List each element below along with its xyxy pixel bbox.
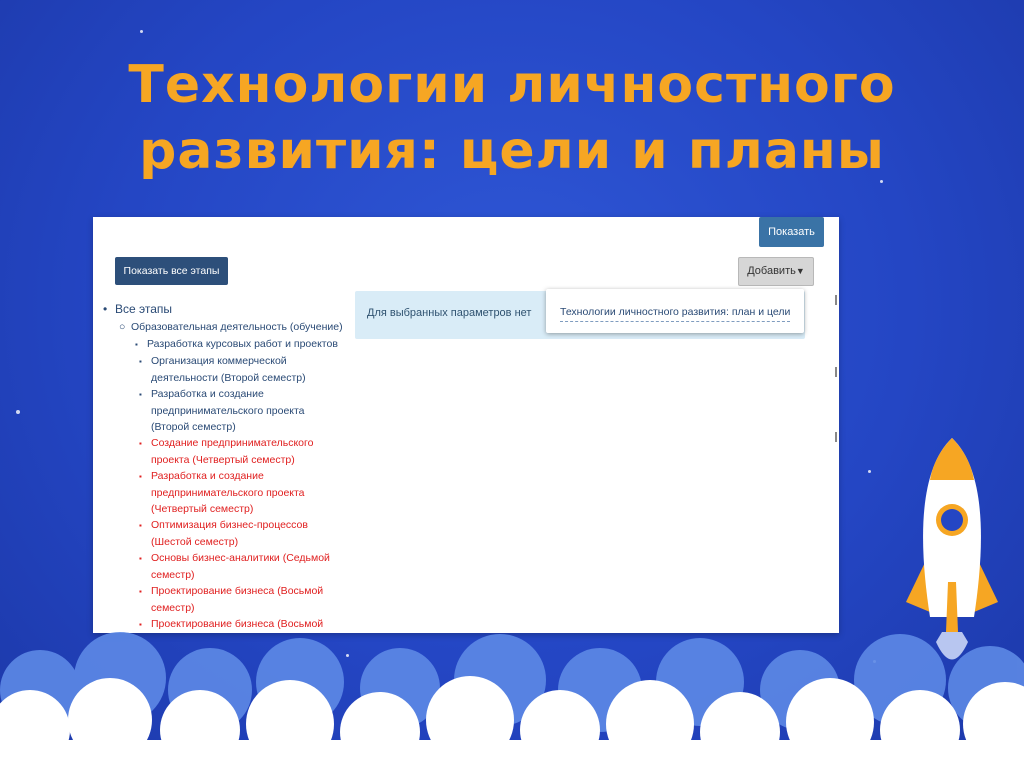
show-all-stages-button[interactable]: Показать все этапы	[115, 257, 228, 285]
tree-leaf-item[interactable]: ▪ Организация коммерческой деятельности (В…	[139, 353, 341, 386]
tree-leaf-label: семестр)	[151, 602, 195, 614]
rocket-icon	[906, 438, 998, 660]
slide-title: Технологии личностного развития: цели и …	[0, 52, 1024, 184]
star-decoration	[16, 410, 20, 414]
tree-leaf-label: (Второй семестр)	[151, 421, 236, 433]
tree-leaf-label: предпринимательского проекта	[151, 487, 305, 499]
app-screenshot: Показать Показать все этапы Добавить▼ Дл…	[93, 217, 839, 633]
add-button[interactable]: Добавить▼	[738, 257, 814, 286]
scrollbar-mark	[835, 432, 837, 442]
tree-leaf-label: Организация коммерческой	[151, 355, 287, 367]
dropdown-item-plan[interactable]: Технологии личностного развития: план и …	[560, 306, 791, 322]
tree-leaf-label: (Шестой семестр)	[151, 536, 239, 548]
tree-leaf-label: проекта (Четвертый семестр)	[151, 454, 295, 466]
show-button[interactable]: Показать	[759, 217, 824, 247]
tree-leaf-label: Основы бизнес-аналитики (Седьмой	[151, 552, 330, 564]
tree-leaf-item[interactable]: ▪ Разработка и создание предпринимательско…	[139, 468, 341, 517]
scrollbar-mark	[835, 295, 837, 305]
caret-down-icon: ▼	[795, 266, 805, 276]
tree-leaf-label: Создание предпринимательского	[151, 437, 314, 449]
tree-level1[interactable]: ○ Образовательная деятельность (обучение)	[119, 319, 343, 335]
tree-leaf-item[interactable]: ▪Проектирование бизнеса (Восьмойсеместр)	[139, 583, 341, 616]
info-message: Для выбранных параметров нет	[367, 307, 532, 319]
tree-level2-label: Разработка курсовых работ и проектов	[147, 338, 338, 350]
tree-leaf-label: (Четвертый семестр)	[151, 503, 254, 515]
tree-leaf-item[interactable]: ▪ Основы бизнес-аналитики (Седьмой семестр…	[139, 550, 341, 583]
tree-leaf-label: Разработка и создание	[151, 388, 264, 400]
tree-leaf-label: Проектирование бизнеса (Восьмой	[151, 585, 324, 597]
slide-title-line2: развития: цели и планы	[139, 121, 885, 181]
tree-root-label: Все этапы	[115, 302, 173, 316]
tree-leaf-item[interactable]: ▪ Оптимизация бизнес-процессов (Шестой сем…	[139, 517, 341, 550]
star-decoration	[868, 470, 871, 473]
add-button-label: Добавить	[747, 265, 796, 277]
tree-leaf-label: семестр)	[151, 569, 195, 581]
star-decoration	[140, 30, 143, 33]
tree-leaf-label: Оптимизация бизнес-процессов	[151, 519, 308, 531]
add-dropdown-menu: Технологии личностного развития: план и …	[546, 289, 804, 333]
slide-title-line1: Технологии личностного	[128, 55, 896, 115]
tree-leaf-item[interactable]: ▪ Разработка и создание предпринимательско…	[139, 386, 341, 435]
tree-leaf-label: деятельности (Второй семестр)	[151, 372, 306, 384]
tree-level2[interactable]: ▪ Разработка курсовых работ и проектов	[135, 336, 338, 353]
scrollbar-mark	[835, 367, 837, 377]
clouds-decoration	[0, 632, 1024, 767]
tree-leaf-label: предпринимательского проекта	[151, 405, 305, 417]
tree-leaf-label: Разработка и создание	[151, 470, 264, 482]
tree-leaf-item[interactable]: ▪ Создание предпринимательского проекта (Ч…	[139, 435, 341, 468]
tree-level1-label: Образовательная деятельность (обучение)	[131, 321, 343, 333]
tree-root[interactable]: • Все этапы	[103, 301, 172, 317]
